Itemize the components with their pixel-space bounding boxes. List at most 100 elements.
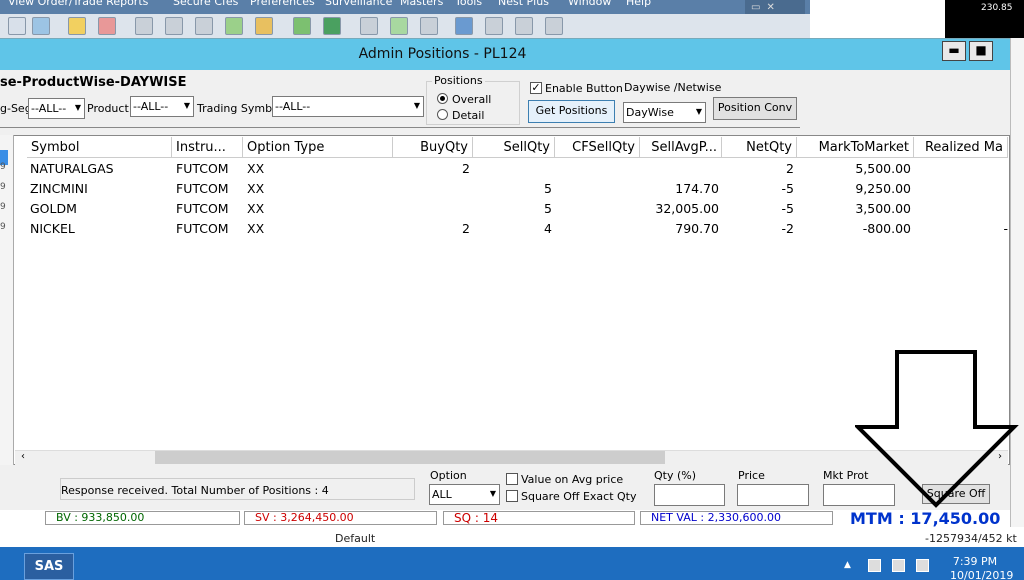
overall-radio[interactable] <box>437 93 448 104</box>
cell-sellavg: 32,005.00 <box>655 201 719 216</box>
toolbar-icon-1[interactable] <box>8 17 26 35</box>
net-val-status: NET VAL : 2,330,600.00 <box>640 511 833 525</box>
scroll-left-icon[interactable]: ‹ <box>21 451 25 462</box>
menu-item-tools[interactable]: Tools <box>455 0 482 8</box>
enable-button-label: Enable Button <box>545 82 623 95</box>
menu-item-help[interactable]: Help <box>626 0 651 8</box>
cell-cfsellqty <box>555 159 637 179</box>
cell-symbol: NATURALGAS <box>30 161 114 176</box>
minimize-button[interactable]: ▬ <box>942 41 966 61</box>
divider <box>0 127 800 128</box>
enable-button-checkbox[interactable]: ✓ <box>530 82 542 94</box>
upload-icon[interactable] <box>323 17 341 35</box>
position-conv-button[interactable]: Position Conv <box>713 97 797 120</box>
cell-buyqty: 2 <box>462 221 470 236</box>
column-header-buyqty[interactable]: BuyQty <box>393 137 473 158</box>
option-select[interactable]: ALL ▼ <box>429 484 500 505</box>
toolbar-icon-7[interactable] <box>195 17 213 35</box>
option-value: ALL <box>432 488 452 501</box>
cell-option: XX <box>247 201 265 216</box>
background-default-text: Default <box>335 532 376 545</box>
mtm-total: MTM : 17,450.00 <box>850 509 1001 528</box>
square-off-exact-label: Square Off Exact Qty <box>521 490 637 503</box>
cell-mtm: -800.00 <box>862 221 911 236</box>
menu-item-masters[interactable]: Masters <box>400 0 443 8</box>
get-positions-button[interactable]: Get Positions <box>528 100 615 123</box>
cart-icon[interactable] <box>225 17 243 35</box>
menu-item-surveillance[interactable]: Surveillance <box>325 0 392 8</box>
line-chart-icon[interactable] <box>390 17 408 35</box>
price-label: Price <box>738 469 765 482</box>
bar-chart-icon[interactable] <box>68 17 86 35</box>
cell-mtm: 9,250.00 <box>855 181 911 196</box>
restore-icon[interactable]: ▭ <box>751 2 760 13</box>
cell-realized <box>914 179 1008 199</box>
positions-group-title: Positions <box>432 74 485 87</box>
menu-item-reports[interactable]: View Order/Trade Reports <box>8 0 148 8</box>
menu-item-window[interactable]: Window <box>568 0 611 8</box>
cell-option: XX <box>247 161 265 176</box>
background-window <box>0 527 1024 547</box>
product-select[interactable]: --ALL-- ▼ <box>130 96 194 117</box>
toolbar-icon-6[interactable] <box>165 17 183 35</box>
product-value: --ALL-- <box>133 100 169 113</box>
column-header-sellavg[interactable]: SellAvgP... <box>640 137 722 158</box>
people-icon[interactable] <box>255 17 273 35</box>
price-input[interactable] <box>737 484 809 506</box>
column-header-sellqty[interactable]: SellQty <box>473 137 555 158</box>
volume-muted-icon[interactable] <box>916 559 929 572</box>
menu-item-nestplus[interactable]: Nest Plus <box>498 0 549 8</box>
toolbar-icon-14[interactable] <box>420 17 438 35</box>
close-icon[interactable]: ✕ <box>766 2 774 13</box>
column-header-option-type[interactable]: Option Type <box>243 137 393 158</box>
menu-item-secure[interactable]: Secure Cfes <box>173 0 238 8</box>
cell-mtm: 5,500.00 <box>855 161 911 176</box>
square-off-exact-checkbox[interactable] <box>506 490 518 502</box>
column-header-netqty[interactable]: NetQty <box>722 137 797 158</box>
user-icon[interactable] <box>455 17 473 35</box>
daywise-value: DayWise <box>626 106 674 119</box>
chevron-up-icon[interactable]: ▲ <box>844 560 851 570</box>
monitor-icon[interactable] <box>892 559 905 572</box>
toolbar-icon-2[interactable] <box>32 17 50 35</box>
cell-symbol: NICKEL <box>30 221 75 236</box>
column-header-instrument[interactable]: Instru... <box>172 137 243 158</box>
toolbar-icon-12[interactable] <box>360 17 378 35</box>
taskbar-clock[interactable]: 7:39 PM 10/01/2019 <box>950 555 1013 580</box>
row-marker: 9 <box>0 162 6 172</box>
trading-symbol-select[interactable]: --ALL-- ▼ <box>272 96 424 117</box>
toolbar-icon-17[interactable] <box>515 17 533 35</box>
value-on-avg-checkbox[interactable] <box>506 473 518 485</box>
detail-label: Detail <box>452 109 485 122</box>
taskbar-app-sas[interactable]: SAS <box>24 553 74 580</box>
window-titlebar[interactable]: Admin Positions - PL124 <box>0 38 1010 70</box>
arrows-icon[interactable] <box>293 17 311 35</box>
toolbar-icon-18[interactable] <box>545 17 563 35</box>
cell-instrument: FUTCOM <box>176 161 229 176</box>
detail-radio[interactable] <box>437 109 448 120</box>
scrollbar-thumb[interactable] <box>155 451 665 464</box>
cell-sellavg <box>640 159 719 179</box>
toolbar-icon-4[interactable] <box>98 17 116 35</box>
chevron-down-icon: ▼ <box>695 107 702 116</box>
daywise-select[interactable]: DayWise ▼ <box>623 102 706 123</box>
column-header-realized[interactable]: Realized Ma <box>914 137 1008 158</box>
parent-window-controls: ▭ ✕ <box>745 0 805 14</box>
column-header-cfsellqty[interactable]: CFSellQty <box>555 137 640 158</box>
toolbar-icon-16[interactable] <box>485 17 503 35</box>
toolbar-icon-5[interactable] <box>135 17 153 35</box>
cell-instrument: FUTCOM <box>176 181 229 196</box>
chevron-down-icon: ▼ <box>413 101 420 110</box>
cell-realized <box>914 159 1008 179</box>
column-header-mtm[interactable]: MarkToMarket <box>797 137 914 158</box>
network-icon[interactable] <box>868 559 881 572</box>
row-marker: 9 <box>0 182 6 192</box>
cell-sellavg: 174.70 <box>675 181 719 196</box>
cell-sellqty: 4 <box>544 221 552 236</box>
maximize-button[interactable]: ■ <box>969 41 993 61</box>
qty-input[interactable] <box>654 484 725 506</box>
exseg-select[interactable]: --ALL-- ▼ <box>28 98 85 119</box>
menu-item-preferences[interactable]: Preferences <box>250 0 315 8</box>
column-header-symbol[interactable]: Symbol <box>27 137 172 158</box>
exseg-value: --ALL-- <box>31 102 67 115</box>
